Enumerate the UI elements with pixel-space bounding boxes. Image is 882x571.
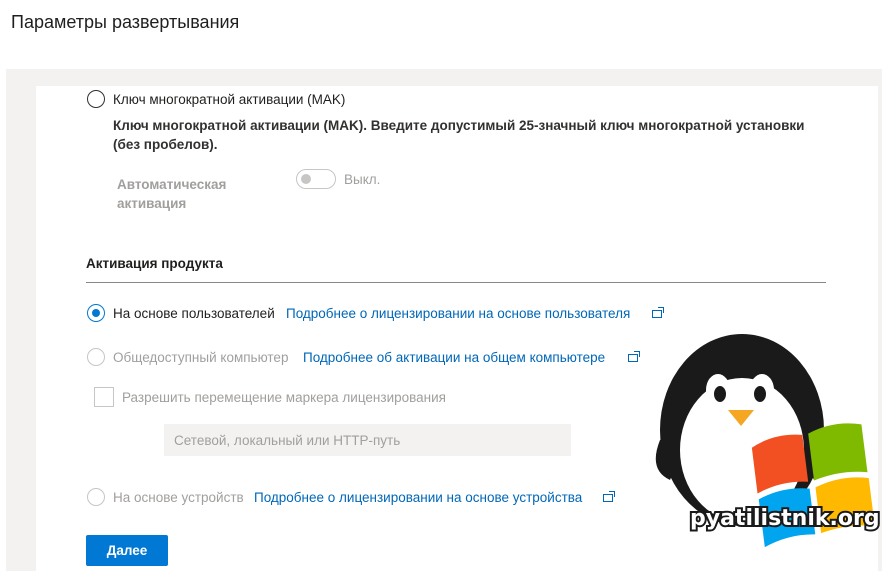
shared-computer-label: Общедоступный компьютер <box>113 350 289 365</box>
roaming-token-label: Разрешить перемещение маркера лицензиров… <box>122 390 446 405</box>
user-based-label: На основе пользователей <box>113 306 275 321</box>
external-link-icon[interactable] <box>652 307 664 318</box>
external-link-icon[interactable] <box>603 491 615 502</box>
device-based-radio[interactable] <box>87 488 105 506</box>
auto-activation-toggle[interactable] <box>296 169 336 189</box>
shared-computer-link[interactable]: Подробнее об активации на общем компьюте… <box>303 350 605 365</box>
shared-computer-radio[interactable] <box>87 348 105 366</box>
user-based-radio[interactable] <box>87 304 105 322</box>
external-link-icon[interactable] <box>628 351 640 362</box>
auto-activation-label-line1: Автоматическая <box>117 177 227 192</box>
user-licensing-link[interactable]: Подробнее о лицензировании на основе пол… <box>286 306 630 321</box>
activation-heading: Активация продукта <box>86 256 223 271</box>
device-licensing-link[interactable]: Подробнее о лицензировании на основе уст… <box>254 490 582 505</box>
mak-description-line2: (без пробелов). <box>113 137 218 152</box>
roaming-token-checkbox[interactable] <box>94 387 114 407</box>
mak-description-line1: Ключ многократной активации (MAK). Введи… <box>113 118 805 133</box>
device-based-label: На основе устройств <box>113 490 244 505</box>
mak-radio[interactable] <box>87 90 105 108</box>
next-button[interactable]: Далее <box>86 535 168 566</box>
penguin-logo-watermark: pyatilistnik.org <box>655 334 882 548</box>
svg-text:pyatilistnik.org: pyatilistnik.org <box>690 506 880 531</box>
auto-activation-label-line2: активация <box>117 196 187 211</box>
page-title: Параметры развертывания <box>11 12 240 32</box>
path-input[interactable] <box>164 424 571 456</box>
mak-radio-label: Ключ многократной активации (MAK) <box>113 92 346 107</box>
toggle-state-label: Выкл. <box>344 172 381 187</box>
heading-divider <box>86 282 826 283</box>
